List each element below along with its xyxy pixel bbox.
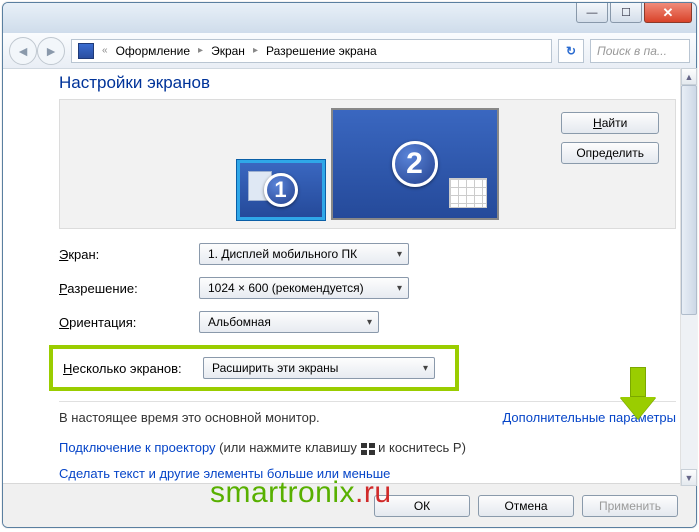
apply-button[interactable]: Применить: [582, 495, 678, 517]
address-bar[interactable]: « Оформление ▸ Экран ▸ Разрешение экрана: [71, 39, 552, 63]
screen-label: Экран:: [59, 247, 199, 262]
resolution-label: Разрешение:: [59, 281, 199, 296]
scroll-up-button[interactable]: ▲: [681, 68, 697, 85]
highlight-annotation: Несколько экранов: Расширить эти экраны: [49, 345, 459, 391]
search-input[interactable]: Поиск в па...: [590, 39, 690, 63]
cancel-button[interactable]: Отмена: [478, 495, 574, 517]
scroll-thumb[interactable]: [681, 85, 697, 315]
scroll-down-button[interactable]: ▼: [681, 469, 697, 486]
monitor-2[interactable]: 2: [331, 108, 499, 220]
breadcrumb-item[interactable]: Экран: [211, 44, 245, 58]
page-title: Настройки экранов: [59, 73, 676, 93]
arrow-annotation: [620, 367, 656, 421]
vertical-scrollbar[interactable]: ▲ ▼: [680, 68, 697, 486]
multiple-displays-dropdown[interactable]: Расширить эти экраны: [203, 357, 435, 379]
close-button[interactable]: ✕: [644, 3, 692, 23]
scroll-track[interactable]: [681, 85, 697, 469]
identify-button[interactable]: Определить: [561, 142, 659, 164]
projector-hint: (или нажмите клавишу: [216, 440, 361, 455]
window: — ☐ ✕ ◄ ► « Оформление ▸ Экран ▸ Разреше…: [2, 2, 697, 528]
breadcrumb-item[interactable]: Разрешение экрана: [266, 44, 377, 58]
orientation-label: Ориентация:: [59, 315, 199, 330]
forward-button[interactable]: ►: [37, 37, 65, 65]
footer-buttons: ОК Отмена Применить: [3, 483, 696, 527]
refresh-button[interactable]: ↻: [558, 39, 584, 63]
maximize-button[interactable]: ☐: [610, 3, 642, 23]
breadcrumb-sep: «: [102, 45, 108, 56]
breadcrumb-sep: ▸: [198, 45, 203, 56]
find-button[interactable]: Найти: [561, 112, 659, 134]
control-panel-icon: [78, 43, 94, 59]
orientation-dropdown[interactable]: Альбомная: [199, 311, 379, 333]
monitor-1[interactable]: 1: [237, 160, 325, 220]
minimize-button[interactable]: —: [576, 3, 608, 23]
breadcrumb-item[interactable]: Оформление: [116, 44, 190, 58]
breadcrumb-sep: ▸: [253, 45, 258, 56]
extended-desktop-icon: [449, 178, 487, 208]
titlebar: — ☐ ✕: [3, 3, 696, 33]
text-size-link[interactable]: Сделать текст и другие элементы больше и…: [59, 466, 390, 481]
monitor-number: 2: [392, 141, 438, 187]
content-area: Настройки экранов 1 2 Найти Определить Э…: [3, 69, 696, 483]
windows-key-icon: [361, 443, 375, 455]
refresh-icon: ↻: [566, 44, 576, 58]
primary-monitor-status: В настоящее время это основной монитор.: [59, 410, 320, 425]
screen-dropdown[interactable]: 1. Дисплей мобильного ПК: [199, 243, 409, 265]
ok-button[interactable]: ОК: [374, 495, 470, 517]
resolution-dropdown[interactable]: 1024 × 600 (рекомендуется): [199, 277, 409, 299]
monitor-number: 1: [264, 173, 298, 207]
projector-hint-tail: и коснитесь P): [375, 440, 466, 455]
multiple-displays-label: Несколько экранов:: [63, 361, 203, 376]
projector-link[interactable]: Подключение к проектору: [59, 440, 216, 455]
back-button[interactable]: ◄: [9, 37, 37, 65]
navbar: ◄ ► « Оформление ▸ Экран ▸ Разрешение эк…: [3, 33, 696, 69]
display-arrangement-panel[interactable]: 1 2 Найти Определить: [59, 99, 676, 229]
divider: [59, 401, 676, 402]
